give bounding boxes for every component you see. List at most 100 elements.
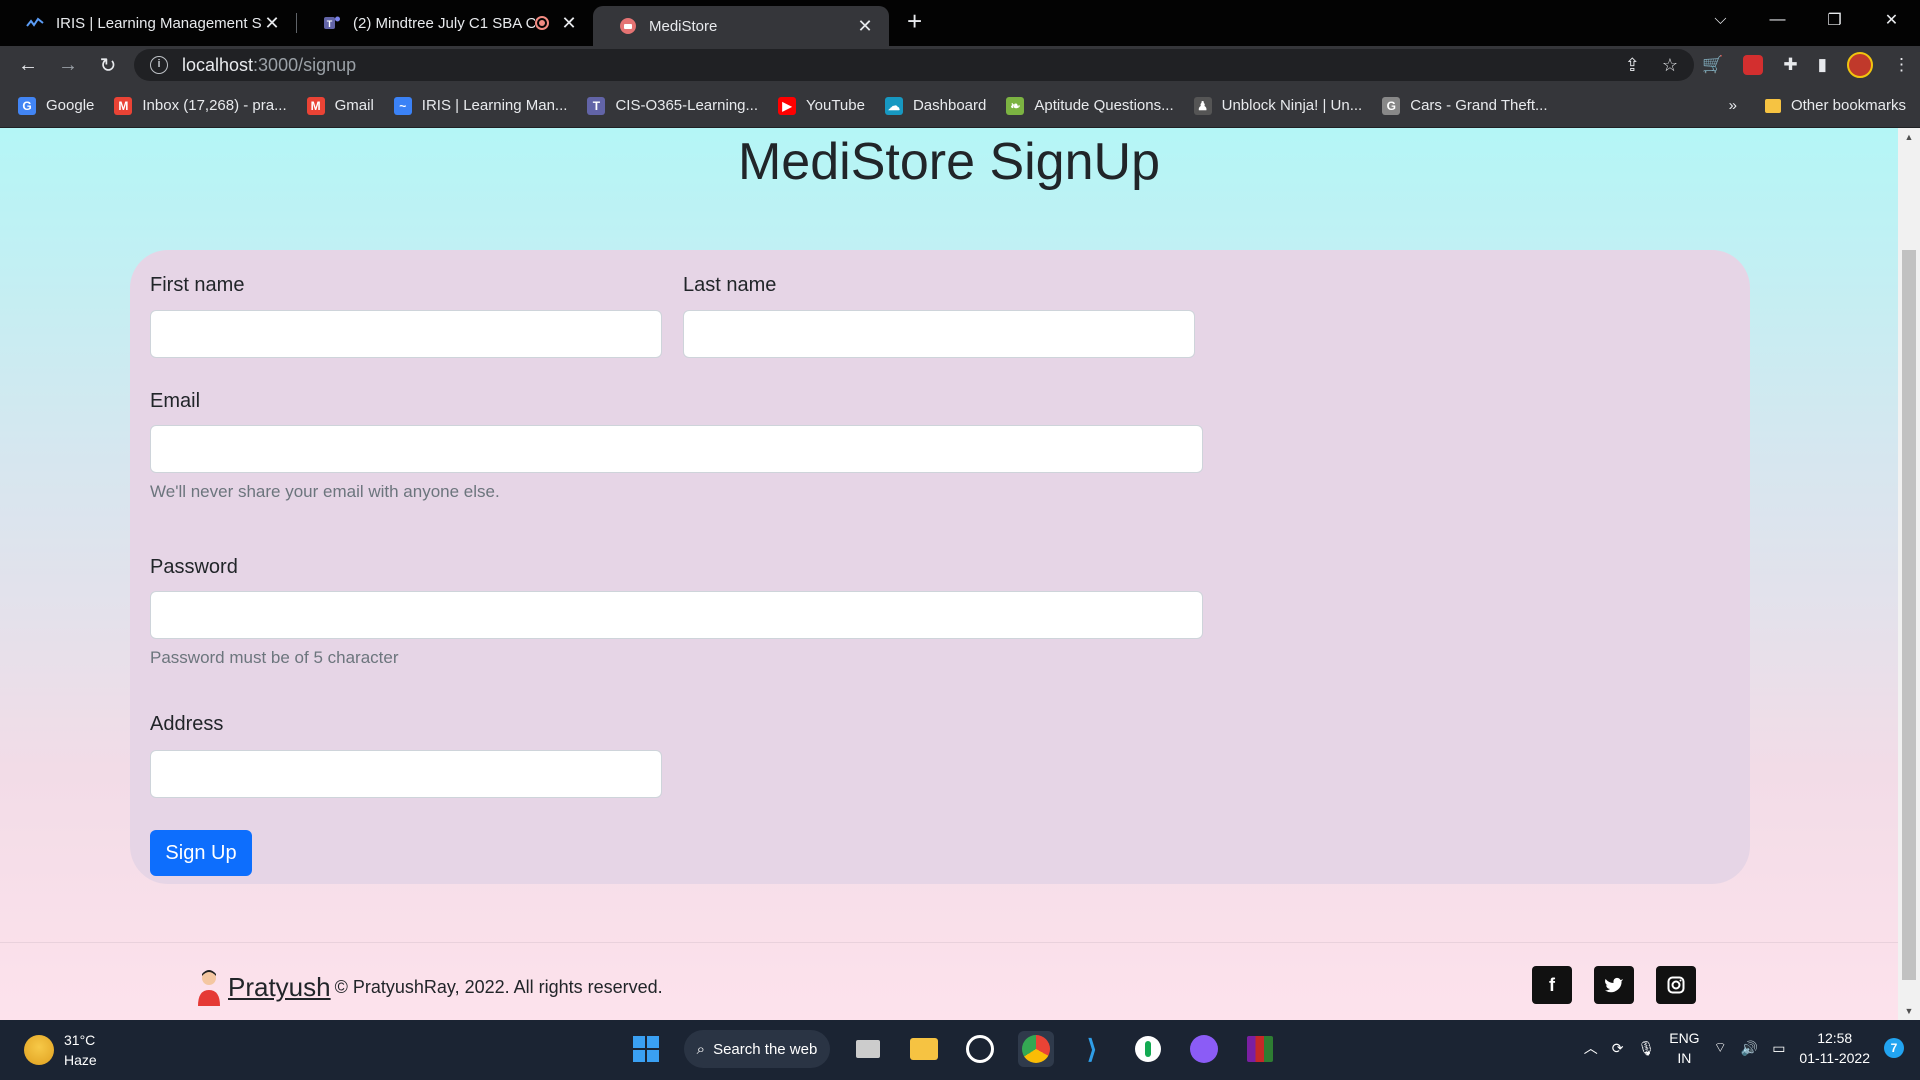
notification-badge[interactable]: 7 <box>1884 1038 1904 1058</box>
address-bar[interactable]: i localhost:3000/signup ⇪ ☆ <box>134 49 1694 81</box>
clock-time: 12:58 <box>1817 1030 1853 1046</box>
sync-icon[interactable]: ⟳ <box>1612 1040 1624 1057</box>
back-icon[interactable]: ← <box>8 54 48 77</box>
tab-search-icon[interactable]: ⌵ <box>1692 11 1749 29</box>
scroll-up-arrow-icon[interactable]: ▲ <box>1898 132 1920 142</box>
bookmark-item[interactable]: ☁ Dashboard <box>884 96 987 115</box>
winrar-icon[interactable] <box>1242 1031 1278 1067</box>
site-info-icon[interactable]: i <box>150 56 168 74</box>
twitter-icon[interactable] <box>1594 966 1634 1004</box>
first-name-input[interactable] <box>150 310 662 358</box>
scrollbar-thumb[interactable] <box>1902 250 1916 980</box>
bookmark-label: Dashboard <box>912 97 987 114</box>
bookmark-label: Inbox (17,268) - pra... <box>142 97 287 114</box>
menu-kebab-icon[interactable]: ⋮ <box>1893 55 1910 75</box>
weather-widget[interactable]: 31°C Haze <box>24 1030 97 1070</box>
bookmark-item[interactable]: G Google <box>18 96 95 115</box>
close-icon[interactable]: ✕ <box>559 13 579 34</box>
page-viewport: MediStore SignUp First name Last name Em… <box>0 128 1898 1020</box>
more-bookmarks-icon[interactable]: » <box>1729 97 1737 114</box>
speaker-icon[interactable]: 🔊 <box>1741 1040 1758 1057</box>
mongodb-compass-icon[interactable] <box>1130 1031 1166 1067</box>
task-view-icon[interactable] <box>850 1031 886 1067</box>
instagram-icon[interactable] <box>1656 966 1696 1004</box>
google-icon: G <box>18 96 36 115</box>
address-input[interactable] <box>150 750 662 798</box>
cart-extension-icon[interactable]: 🛒 <box>1702 55 1723 75</box>
tab-medistore[interactable]: MediStore ✕ <box>593 6 889 46</box>
puzzle-icon[interactable]: ✚ <box>1783 55 1797 75</box>
new-tab-button[interactable]: + <box>907 6 922 37</box>
wifi-icon[interactable]: ⌔ <box>1714 1039 1727 1057</box>
bookmark-label: YouTube <box>806 97 865 114</box>
window-controls: ⌵ — ❐ ✕ <box>1692 0 1920 40</box>
ninja-icon: ♟ <box>1193 96 1212 115</box>
password-input[interactable] <box>150 591 1203 639</box>
footer-name-link[interactable]: Pratyush <box>228 972 331 1003</box>
scroll-down-arrow-icon[interactable]: ▼ <box>1898 1006 1920 1016</box>
windows-taskbar: 31°C Haze ⌕ Search the web ⟩ ︿ ⟳ 🎙 ENG I… <box>0 1020 1920 1080</box>
medistore-icon <box>619 17 637 35</box>
facebook-icon[interactable]: f <box>1532 966 1572 1004</box>
forward-icon[interactable]: → <box>48 54 88 77</box>
bookmark-item[interactable]: ❧ Aptitude Questions... <box>1006 96 1174 115</box>
file-explorer-icon[interactable] <box>906 1031 942 1067</box>
bookmark-item[interactable]: G Cars - Grand Theft... <box>1382 96 1548 115</box>
github-desktop-icon[interactable] <box>1186 1031 1222 1067</box>
region-label: IN <box>1677 1050 1692 1066</box>
bookmark-item[interactable]: ~ IRIS | Learning Man... <box>393 96 567 115</box>
language-indicator[interactable]: ENG IN <box>1669 1028 1699 1068</box>
iris-icon <box>26 14 44 32</box>
chrome-icon[interactable] <box>1018 1031 1054 1067</box>
salesforce-icon: ☁ <box>884 96 903 115</box>
side-panel-icon[interactable]: ▮ <box>1818 55 1827 75</box>
whatsapp-icon[interactable] <box>962 1031 998 1067</box>
bookmark-item[interactable]: ♟ Unblock Ninja! | Un... <box>1193 96 1362 115</box>
page-scrollbar[interactable]: ▲ ▼ <box>1898 128 1920 1020</box>
bookmark-item[interactable]: M Gmail <box>306 96 374 115</box>
bookmark-label: Gmail <box>334 97 374 114</box>
bookmark-item[interactable]: ▶ YouTube <box>778 96 865 115</box>
close-window-button[interactable]: ✕ <box>1863 10 1920 30</box>
profile-avatar[interactable] <box>1847 52 1873 78</box>
vscode-icon[interactable]: ⟩ <box>1074 1031 1110 1067</box>
leaf-icon: ❧ <box>1006 96 1025 115</box>
share-icon[interactable]: ⇪ <box>1625 55 1640 76</box>
person-avatar-icon <box>196 968 222 1006</box>
address-label: Address <box>150 713 224 735</box>
close-icon[interactable]: ✕ <box>262 13 282 34</box>
url-host: localhost <box>182 54 254 75</box>
sign-up-button[interactable]: Sign Up <box>150 830 252 876</box>
footer: Pratyush © PratyushRay, 2022. All rights… <box>0 966 1898 1016</box>
iris-icon: ~ <box>393 96 412 115</box>
weather-haze-icon <box>24 1035 54 1065</box>
last-name-input[interactable] <box>683 310 1195 358</box>
microphone-icon[interactable]: 🎙 <box>1637 1040 1655 1057</box>
windows-start-icon[interactable] <box>628 1031 664 1067</box>
battery-icon[interactable]: ▭ <box>1772 1040 1785 1057</box>
email-help-text: We'll never share your email with anyone… <box>150 482 500 501</box>
system-tray: ︿ ⟳ 🎙 ENG IN ⌔ 🔊 ▭ 12:58 01-11-2022 7 <box>1584 1028 1904 1068</box>
restore-button[interactable]: ❐ <box>1806 10 1863 30</box>
close-icon[interactable]: ✕ <box>855 16 875 37</box>
tab-teams-call[interactable]: T (2) Mindtree July C1 SBA Call ✕ <box>297 3 593 43</box>
bookmark-star-icon[interactable]: ☆ <box>1662 55 1678 76</box>
taskbar-search[interactable]: ⌕ Search the web <box>684 1030 830 1068</box>
clock[interactable]: 12:58 01-11-2022 <box>1799 1028 1870 1068</box>
reload-icon[interactable]: ↻ <box>88 53 128 78</box>
tab-iris[interactable]: IRIS | Learning Management Syst ✕ <box>0 3 296 43</box>
extension-area: 🛒 ✚ ▮ ⋮ <box>1702 46 1910 84</box>
email-label: Email <box>150 390 201 412</box>
email-input[interactable] <box>150 425 1203 473</box>
bookmark-item[interactable]: T CIS-O365-Learning... <box>587 96 758 115</box>
minimize-button[interactable]: — <box>1749 11 1806 29</box>
bookmark-item[interactable]: M Inbox (17,268) - pra... <box>114 96 287 115</box>
other-bookmarks-folder[interactable]: Other bookmarks <box>1764 97 1906 114</box>
footer-copyright: © PratyushRay, 2022. All rights reserved… <box>334 976 663 997</box>
clock-date: 01-11-2022 <box>1799 1050 1870 1066</box>
browser-toolbar: ← → ↻ i localhost:3000/signup ⇪ ☆ 🛒 ✚ ▮ … <box>0 46 1920 84</box>
extension-icon[interactable] <box>1743 55 1764 75</box>
teams-icon: T <box>323 14 341 32</box>
bookmark-label: Google <box>46 97 95 114</box>
chevron-up-icon[interactable]: ︿ <box>1584 1038 1598 1058</box>
